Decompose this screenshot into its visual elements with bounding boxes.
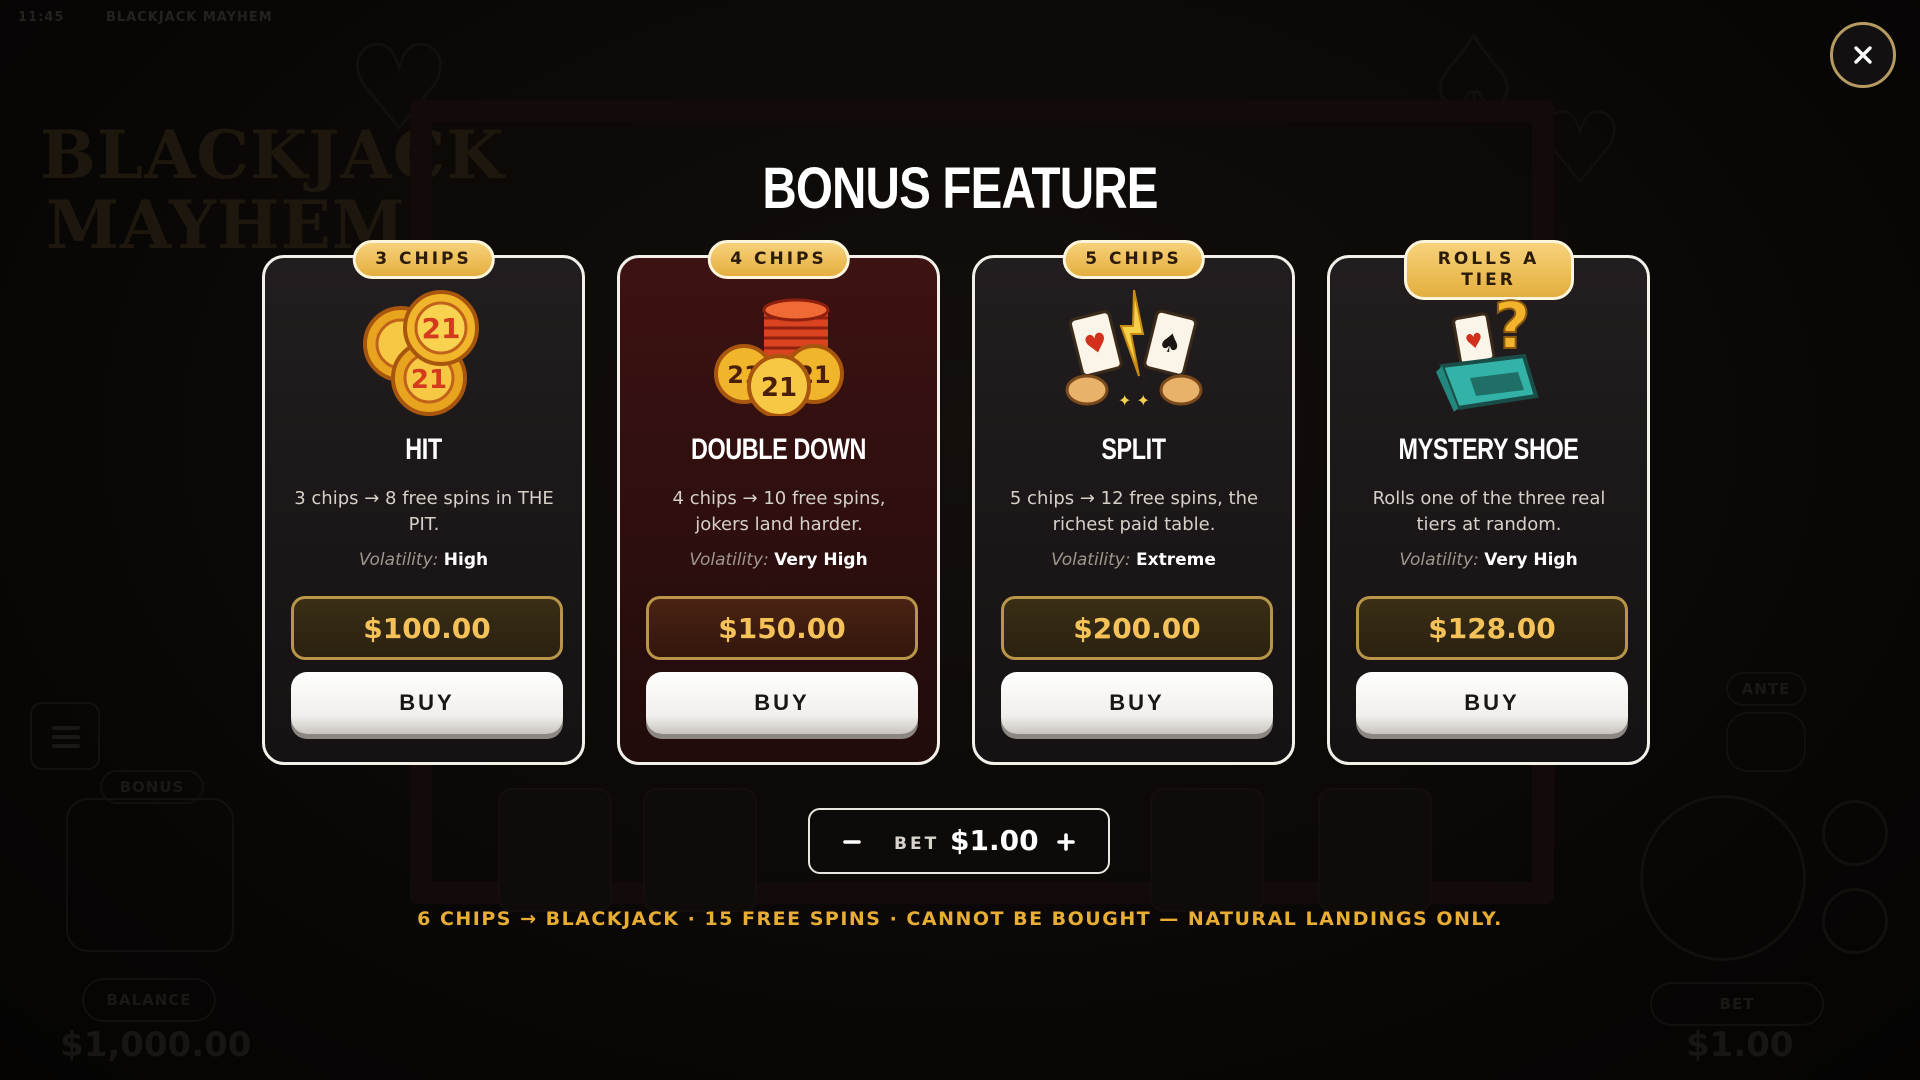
card-title: DOUBLE DOWN: [690, 433, 867, 466]
buy-double-down-button[interactable]: BUY: [646, 672, 918, 734]
screen: 11:45 BLACKJACK MAYHEM BLACKJACK MAYHEM …: [0, 0, 1920, 1080]
modal-title: BONUS FEATURE: [762, 156, 1158, 221]
card-description: 5 chips → 12 free spins, the richest pai…: [1009, 488, 1259, 535]
card-description: 3 chips → 8 free spins in THE PIT.: [294, 488, 554, 535]
bet-label: BET: [894, 834, 940, 854]
svg-text:?: ?: [1493, 290, 1530, 364]
chip-stack-icon: 21 21 21: [713, 298, 844, 416]
card-description: 4 chips → 10 free spins, jokers land har…: [672, 488, 886, 535]
card-art: 21 21 21: [620, 286, 937, 416]
svg-text:✦ ✦: ✦ ✦: [1118, 391, 1150, 410]
volatility-label: Volatility:: [689, 550, 769, 570]
split-cards-icon: ♥ ♠ ✦ ✦: [1065, 289, 1202, 410]
price-display: $100.00: [291, 596, 563, 660]
increase-bet-button[interactable]: [1046, 822, 1086, 862]
close-button[interactable]: [1830, 22, 1896, 88]
close-icon: [1854, 46, 1872, 64]
bonus-card-hit: 3 CHIPS 21 21 HIT 3 chips → 8 free spins…: [262, 240, 585, 765]
card-art: ♥ ♠ ✦ ✦: [975, 286, 1292, 416]
bonus-card-split: 5 CHIPS ♥ ♠ ✦ ✦ SPLIT 5 chips → 12 free …: [972, 240, 1295, 765]
volatility-label: Volatility:: [1051, 550, 1131, 570]
card-title: MYSTERY SHOE: [1398, 433, 1579, 466]
volatility-label: Volatility:: [1399, 550, 1479, 570]
card-description: Rolls one of the three real tiers at ran…: [1372, 488, 1606, 535]
price-display: $150.00: [646, 596, 918, 660]
chip-count-badge: 5 CHIPS: [1062, 240, 1205, 279]
decrease-bet-button[interactable]: [832, 822, 872, 862]
buy-mystery-shoe-button[interactable]: BUY: [1356, 672, 1628, 734]
volatility-value: Very High: [1484, 550, 1578, 570]
gold-chips-icon: 21 21: [362, 290, 479, 416]
chip-count-badge: 4 CHIPS: [707, 240, 850, 279]
volatility-line: Volatility: High: [265, 550, 582, 570]
buy-hit-button[interactable]: BUY: [291, 672, 563, 734]
minus-icon: [843, 840, 861, 844]
price-display: $128.00: [1356, 596, 1628, 660]
plus-icon: [1057, 833, 1075, 851]
card-title: SPLIT: [1101, 433, 1166, 466]
chip-count-badge: 3 CHIPS: [352, 240, 495, 279]
svg-text:21: 21: [421, 312, 460, 345]
card-art: ? ♥: [1330, 286, 1647, 416]
svg-text:21: 21: [410, 365, 446, 395]
bonus-card-mystery-shoe: ROLLS A TIER ? ♥ MYSTERY SHOE Rolls one …: [1327, 240, 1650, 765]
volatility-value: Extreme: [1136, 550, 1216, 570]
bet-selector: BET $1.00: [808, 808, 1110, 874]
volatility-line: Volatility: Very High: [620, 550, 937, 570]
svg-text:21: 21: [760, 373, 796, 403]
bet-value: $1.00: [950, 824, 1039, 857]
volatility-line: Volatility: Very High: [1330, 550, 1647, 570]
buy-split-button[interactable]: BUY: [1001, 672, 1273, 734]
volatility-value: Very High: [774, 550, 868, 570]
mystery-shoe-icon: ? ♥: [1435, 289, 1539, 412]
blackjack-footnote: 6 CHIPS → BLACKJACK · 15 FREE SPINS · CA…: [417, 908, 1503, 930]
price-display: $200.00: [1001, 596, 1273, 660]
volatility-value: High: [443, 550, 489, 570]
card-art: 21 21: [265, 286, 582, 416]
volatility-label: Volatility:: [358, 550, 439, 570]
volatility-line: Volatility: Extreme: [975, 550, 1292, 570]
bonus-card-double-down: 4 CHIPS 21 21 21 DOUBLE DOWN 4 chips → 1…: [617, 240, 940, 765]
card-title: HIT: [405, 433, 442, 466]
